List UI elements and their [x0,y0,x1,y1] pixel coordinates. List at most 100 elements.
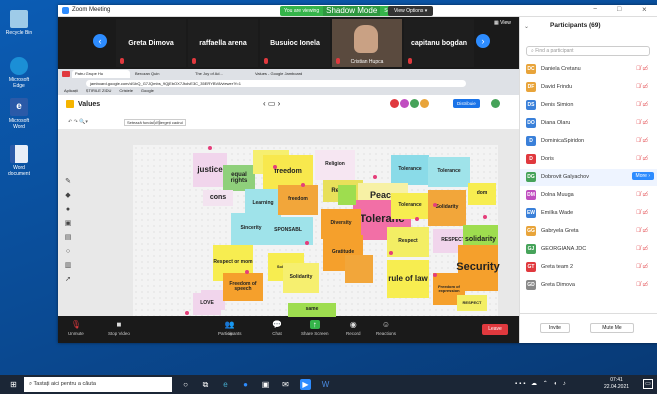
browser-tab[interactable]: Berozan Quin [132,70,190,78]
chat-button[interactable]: 💬 Chat [272,320,282,336]
bookmark[interactable]: ȘTIRILE ZIDU [86,88,112,93]
participant-row[interactable]: DG Dobrovit Galyachov More › [520,169,657,186]
laser-tool-icon[interactable]: ➚ [63,273,73,287]
sticky-note[interactable]: freedom [263,155,313,189]
desktop-icon-word[interactable]: e Microsoft Word [4,98,34,130]
word-taskbar-icon[interactable]: W [320,379,331,390]
video-tile[interactable]: capitanu bogdan [404,19,474,67]
sticky-note[interactable]: freedom [278,185,318,215]
participant-row[interactable]: GG Gabryela Greta 🎙̸ ▭̸ [520,223,657,240]
participant-row[interactable]: GD Greta Dimova 🎙̸ ▭̸ [520,277,657,294]
sticky-note[interactable]: Freedom of speech [223,273,263,301]
windows-start-icon[interactable]: ⊞ [8,379,19,390]
sticky-note[interactable]: RESPECT [457,295,487,311]
image-tool-icon[interactable]: ▤ [63,231,73,245]
participant-row[interactable]: DM Dolna Muuga 🎙̸ ▭̸ [520,187,657,204]
avatar: GJ [526,244,536,254]
sticky-note[interactable]: dom [468,183,496,205]
mute-me-button[interactable]: Mute Me [590,323,634,333]
eraser-tool-icon[interactable]: ◆ [63,189,73,203]
video-tile[interactable]: Busuioc Ionela [260,19,330,67]
sticky-note[interactable]: equal rights [223,165,255,191]
participants-button[interactable]: 👥69 Participants [218,320,242,336]
bookmark[interactable]: Aplicații [64,88,78,93]
share-jam-button[interactable]: Distribuie [453,99,480,108]
participant-row[interactable]: DO Diana Olaru 🎙̸ ▭̸ [520,115,657,132]
jam-title[interactable]: Values [78,101,100,108]
participant-row[interactable]: DF David Frindu 🎙̸ ▭̸ [520,79,657,96]
sticky-note[interactable]: rule of law [387,260,429,298]
sticky-note[interactable]: justice [193,153,227,187]
clock[interactable]: 07:41 22.04.2021 [604,377,629,391]
pen-tool-icon[interactable]: ✎ [63,175,73,189]
sticky-note[interactable] [345,255,373,283]
browser-tab[interactable]: The Joy of Ad... [192,70,250,78]
select-tool-icon[interactable]: ● [63,203,73,217]
store-icon[interactable]: ▣ [260,379,271,390]
textbox-tool-icon[interactable]: ▥ [63,259,73,273]
participant-row[interactable]: DC Daniela Cretanu 🎙̸ ▭̸ [520,61,657,78]
zoom-taskbar-icon[interactable]: ▶ [300,379,311,390]
participant-search-input[interactable]: ⌕ Find a participant [526,46,650,56]
participant-row[interactable]: EW Emilka Wade 🎙̸ ▭̸ [520,205,657,222]
notifications-icon[interactable]: ▭ [643,379,653,389]
clear-frame-button[interactable]: Ștergeți cadrul [154,119,186,126]
cortana-icon[interactable]: ○ [180,379,191,390]
bookmark[interactable]: Cristele [119,88,133,93]
account-avatar[interactable] [491,99,500,108]
participant-row[interactable]: GJ GEORGIANA JDC 🎙̸ ▭̸ [520,241,657,258]
stop-video-button[interactable]: ■ Stop Video [108,320,130,336]
close-button[interactable]: × [642,5,647,14]
gallery-next-button[interactable]: › [476,34,490,48]
unmute-button[interactable]: 🎙 Unmute [68,320,84,336]
frame-nav-icon[interactable]: ‹ ▭ › [263,99,280,108]
sticky-note[interactable]: LOVE [193,293,221,315]
chrome-taskbar-icon[interactable]: ● [240,379,251,390]
desktop-icon-edge[interactable]: Microsoft Edge [4,57,34,89]
maximize-button[interactable]: □ [617,6,621,13]
mail-icon[interactable]: ✉ [280,379,291,390]
video-tile-camera[interactable]: Cristian Hupca [332,19,402,67]
minimize-button[interactable]: − [593,6,597,13]
sticky-note[interactable]: cons [203,190,233,206]
taskbar-search-box[interactable]: ⌕ Tastați aici pentru a căuta [24,377,172,392]
share-screen-button[interactable]: ↑ Share Screen [301,320,329,336]
undo-redo-icon[interactable]: ↶ ↷ 🔍▾ [68,119,88,125]
sticky-note[interactable]: Tolerance [428,157,470,187]
desktop-icon-recycle-bin[interactable]: Recycle Bin [4,10,34,36]
invite-button[interactable]: Invite [540,323,570,333]
video-tile[interactable]: raffaella arena [188,19,258,67]
browser-tab[interactable]: Patru Grupe Hu [72,70,130,78]
address-bar[interactable]: jamboard.google.com/d/1bQ_G7JQmbs_9QjEbO… [86,80,466,87]
record-button[interactable]: ◉ Record [346,320,361,336]
gallery-view-button[interactable]: ▦ View [494,20,511,26]
more-button[interactable]: More › [631,172,654,180]
bookmark[interactable]: Google [141,88,154,93]
task-view-icon[interactable]: ⧉ [200,379,211,390]
reactions-button[interactable]: ☺ Reactions [376,320,396,336]
system-tray-icons[interactable]: ▪▪▪ ☁ ⌃ ◖ ♪ [515,380,568,387]
sticky-note[interactable]: Solidarity [283,263,319,293]
participant-row[interactable]: DS Denis Simion 🎙̸ ▭̸ [520,97,657,114]
collapse-panel-icon[interactable]: ⌄ [524,23,529,30]
sticky-note[interactable]: Solidarity [428,190,466,226]
participant-row[interactable]: GT Greta team 2 🎙̸ ▭̸ [520,259,657,276]
sticky-note[interactable]: Religion [315,150,355,180]
participant-row[interactable]: D Doris 🎙̸ ▭̸ [520,151,657,168]
sticky-note-tool-icon[interactable]: ▣ [63,217,73,231]
view-options-button[interactable]: View Options ▾ [388,6,434,16]
jamboard-canvas[interactable]: justiceequal rightsconsfreedomReligionRe… [133,145,500,317]
sticky-note[interactable] [338,185,356,205]
edge-taskbar-icon[interactable]: e [220,379,231,390]
sticky-note[interactable]: Tolerance [391,193,429,219]
desktop-icon-doc[interactable]: Word document [4,145,34,177]
gallery-prev-button[interactable]: ‹ [93,34,107,48]
browser-tab-active[interactable]: Values - Google Jamboard [252,70,322,78]
shape-tool-icon[interactable]: ○ [63,245,73,259]
sticky-note[interactable]: Respect [387,227,429,257]
sticky-note[interactable]: same [288,303,336,317]
leave-button[interactable]: Leave [482,324,508,335]
video-tile[interactable]: Greta Dimova [116,19,186,67]
sticky-note[interactable]: Tolerance [391,155,429,185]
participant-row[interactable]: D DominicaSpiridon 🎙̸ ▭̸ [520,133,657,150]
